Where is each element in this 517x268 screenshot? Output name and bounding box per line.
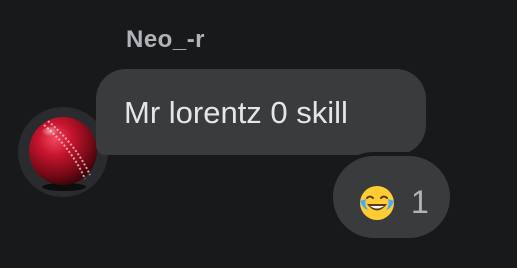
reaction-count: 1 xyxy=(411,184,429,220)
avatar[interactable] xyxy=(18,107,108,197)
cricket-ball-icon xyxy=(18,107,108,197)
message-text: Mr lorentz 0 skill xyxy=(124,95,348,130)
message-bubble[interactable]: Mr lorentz 0 skill xyxy=(96,69,426,155)
reaction-pill[interactable]: 1 xyxy=(329,152,454,242)
chat-message-group: Neo_-r Mr lorentz 0 skill 1 xyxy=(0,0,517,268)
face-with-tears-of-joy-icon xyxy=(360,186,394,220)
sender-name[interactable]: Neo_-r xyxy=(126,25,205,55)
